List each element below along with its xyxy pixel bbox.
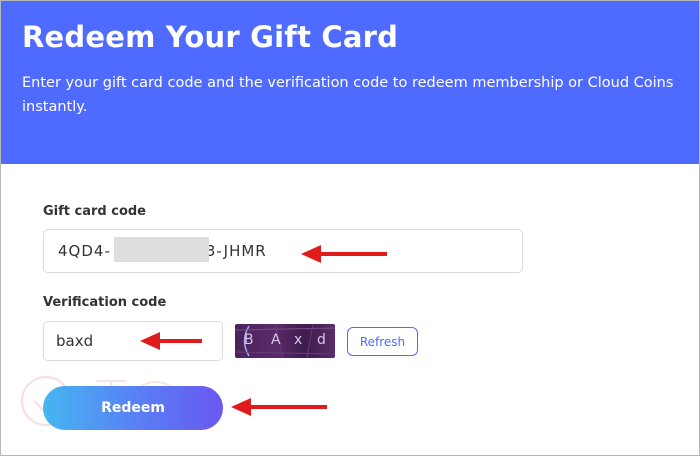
redeem-button[interactable]: Redeem <box>43 386 223 430</box>
gift-code-prefix: 4QD4- <box>58 242 111 260</box>
page-title: Redeem Your Gift Card <box>22 20 399 54</box>
red-arrow-icon <box>231 398 327 416</box>
page-subtitle: Enter your gift card code and the verifi… <box>22 75 674 115</box>
captcha-char-3: x <box>294 332 303 348</box>
captcha-image: B A x d <box>235 324 335 358</box>
verification-code-label: Verification code <box>43 295 167 310</box>
verification-code-value: baxd <box>56 332 94 350</box>
redeem-page: Redeem Your Gift Card Enter your gift ca… <box>0 0 700 456</box>
gift-card-code-label: Gift card code <box>43 204 147 219</box>
verification-code-input[interactable]: baxd <box>43 321 223 361</box>
captcha-char-2: A <box>271 332 281 348</box>
refresh-captcha-button[interactable]: Refresh <box>347 327 418 356</box>
gift-code-suffix: 3-JHMR <box>205 242 267 260</box>
captcha-char-1: B <box>244 332 254 348</box>
captcha-char-4: d <box>317 332 326 348</box>
page-header: Redeem Your Gift Card Enter your gift ca… <box>1 1 699 164</box>
redaction-block <box>114 237 209 262</box>
